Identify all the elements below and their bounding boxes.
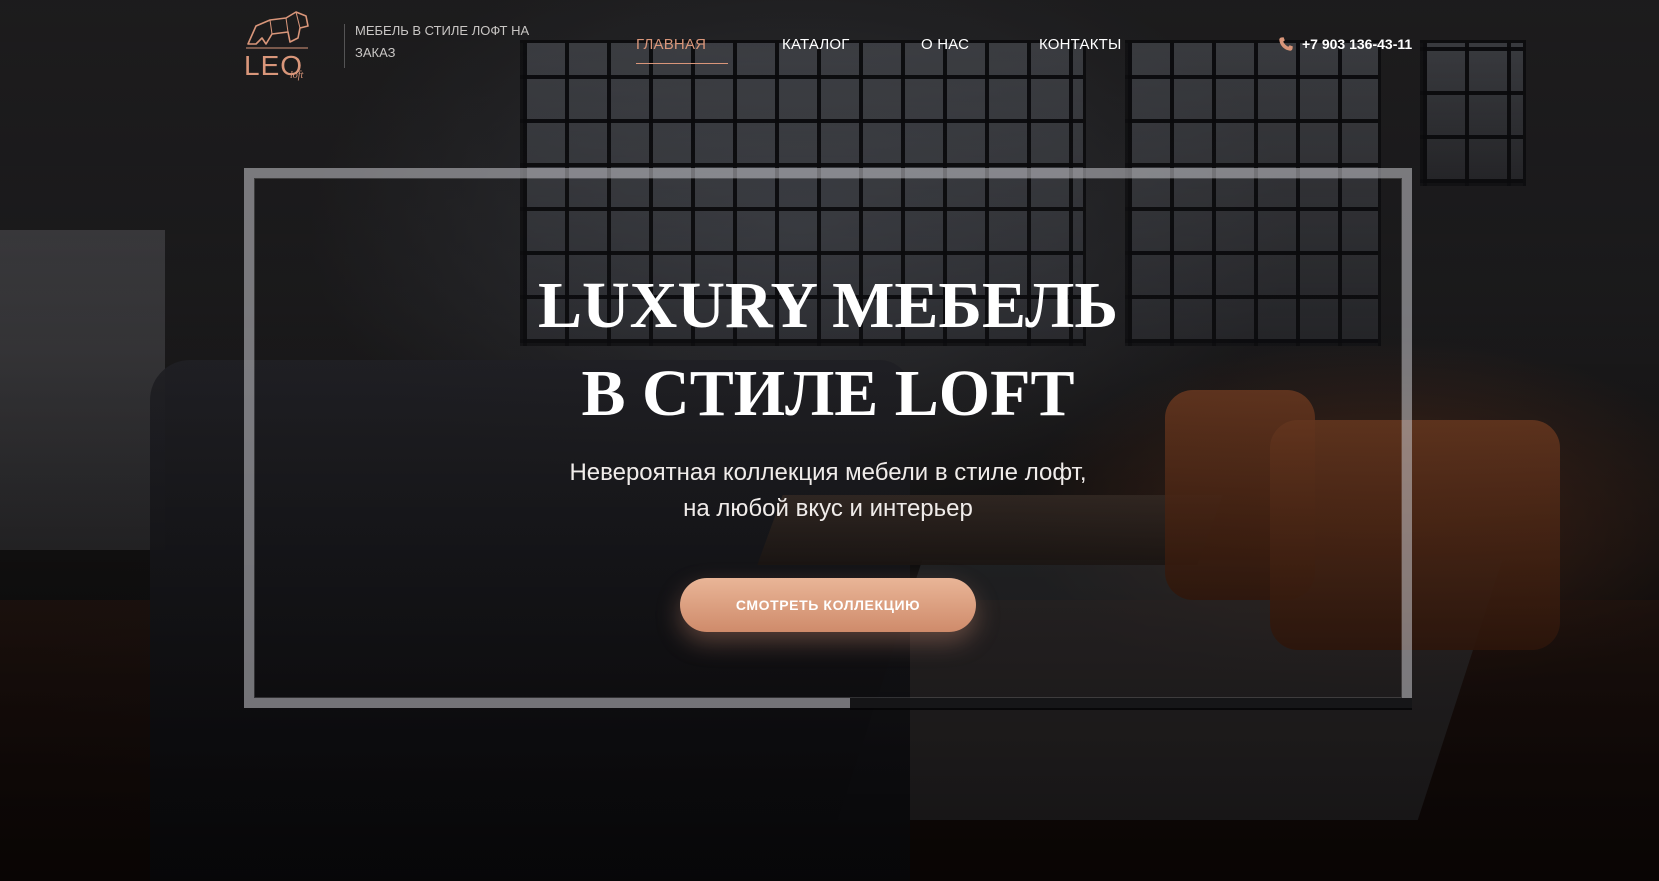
logo-subtext: loft: [290, 70, 304, 81]
hero-subtitle-line2: на любой вкус и интерьер: [683, 495, 973, 522]
hero-subtitle: Невероятная коллекция мебели в стиле лоф…: [244, 455, 1412, 527]
phone-number: +7 903 136-43-11: [1302, 36, 1413, 52]
phone-icon: [1279, 37, 1293, 51]
nav-item-catalog[interactable]: КАТАЛОГ: [782, 36, 862, 64]
hero-subtitle-line1: Невероятная коллекция мебели в стиле лоф…: [569, 459, 1087, 486]
hero-title-line1: LUXURY МЕБЕЛЬ: [538, 269, 1118, 342]
hero-title-line2: В СТИЛЕ LOFT: [581, 357, 1075, 430]
hero-section: LEO loft МЕБЕЛЬ В СТИЛЕ ЛОФТ НА ЗАКАЗ ГЛ…: [0, 0, 1659, 881]
main-nav: ГЛАВНАЯ КАТАЛОГ О НАС КОНТАКТЫ: [636, 36, 1129, 64]
site-header: LEO loft МЕБЕЛЬ В СТИЛЕ ЛОФТ НА ЗАКАЗ ГЛ…: [0, 0, 1659, 100]
nav-item-contacts[interactable]: КОНТАКТЫ: [1039, 36, 1129, 64]
header-divider: [344, 24, 345, 68]
view-collection-button[interactable]: СМОТРЕТЬ КОЛЛЕКЦИЮ: [680, 578, 976, 632]
hero-title: LUXURY МЕБЕЛЬ В СТИЛЕ LOFT: [244, 262, 1412, 438]
lion-logo-icon: [246, 11, 309, 49]
nav-item-about[interactable]: О НАС: [921, 36, 981, 64]
phone-link[interactable]: +7 903 136-43-11: [1278, 36, 1412, 52]
hero-frame-gap: [850, 698, 1412, 710]
nav-item-home[interactable]: ГЛАВНАЯ: [636, 36, 728, 64]
brand-tagline: МЕБЕЛЬ В СТИЛЕ ЛОФТ НА ЗАКАЗ: [355, 23, 530, 60]
